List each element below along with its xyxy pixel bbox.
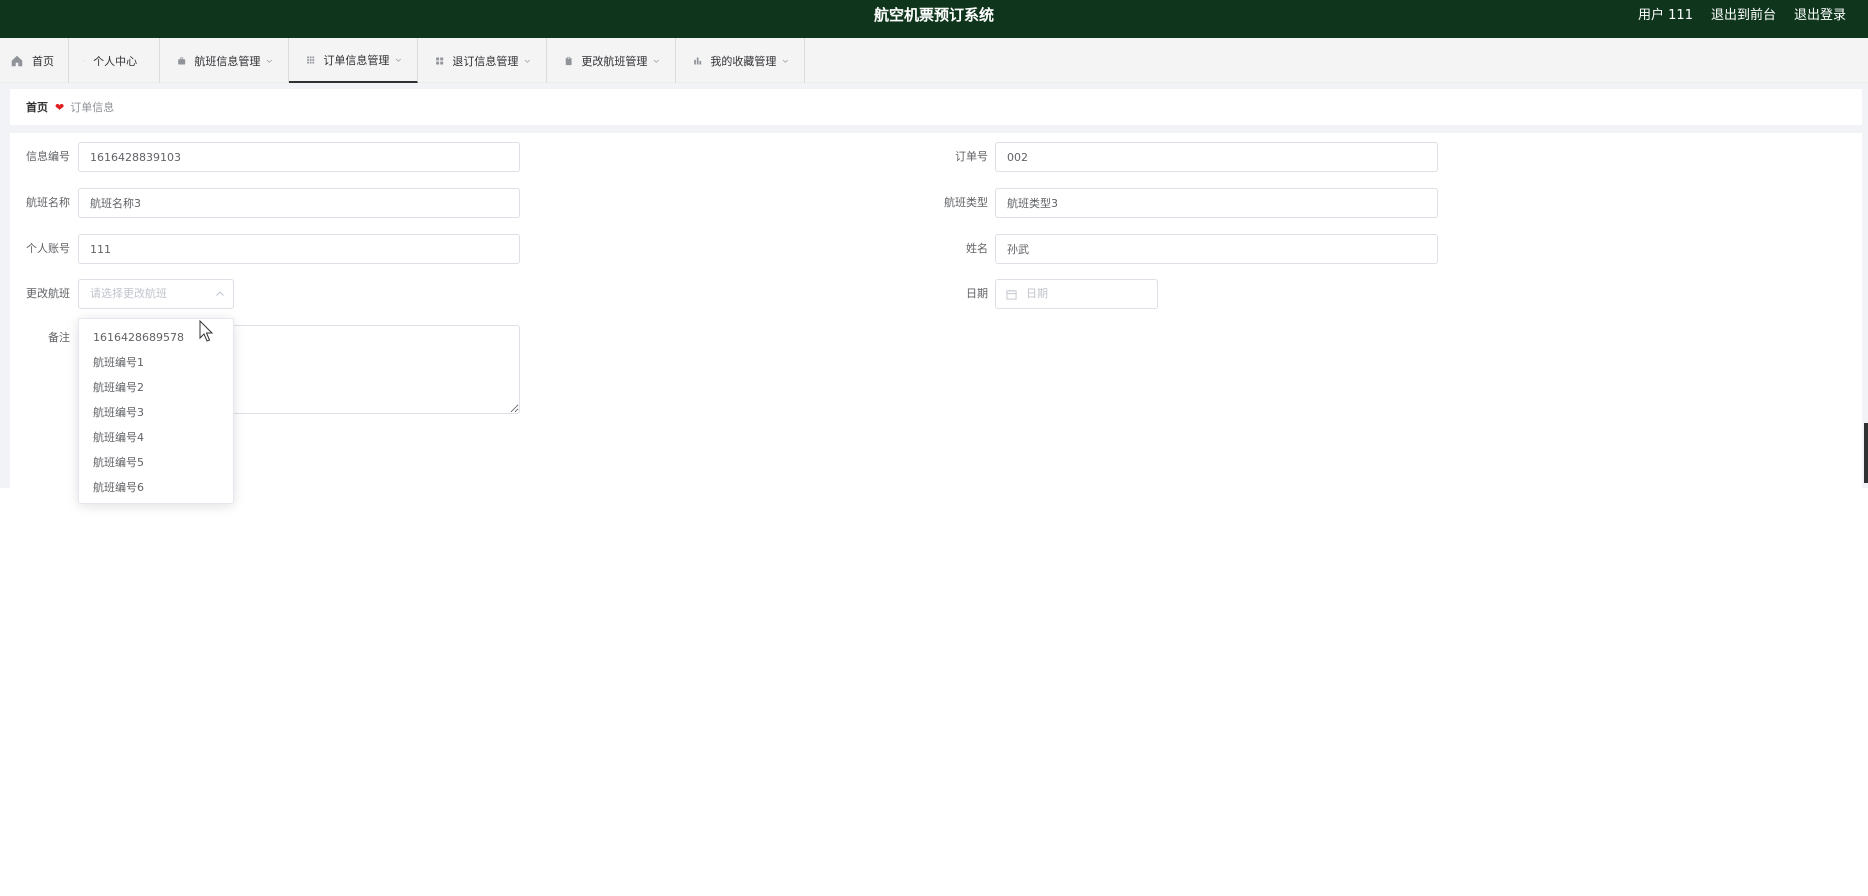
calendar-icon — [1006, 289, 1017, 300]
chevron-down-icon — [525, 59, 531, 63]
remark-label: 备注 — [48, 331, 70, 344]
chevron-down-icon — [396, 58, 402, 62]
dropdown-option[interactable]: 航班编号1 — [79, 350, 233, 375]
dropdown-option[interactable]: 航班编号2 — [79, 375, 233, 400]
info-no-input[interactable] — [78, 142, 520, 172]
change-flight-select[interactable]: 请选择更改航班 — [78, 279, 234, 309]
dropdown-option[interactable]: 航班编号5 — [79, 450, 233, 475]
flight-type-input[interactable] — [995, 188, 1438, 218]
breadcrumb-current: 订单信息 — [70, 101, 115, 114]
chart-icon — [694, 57, 702, 64]
nav-item-refund-info[interactable]: 退订信息管理 — [418, 38, 547, 83]
nav-item-label: 更改航班管理 — [581, 54, 648, 68]
nav-item-label: 退订信息管理 — [452, 54, 519, 68]
nav-item-label: 首页 — [32, 54, 54, 68]
nav-item-change-flight[interactable]: 更改航班管理 — [547, 38, 676, 83]
dropdown-option[interactable]: 航班编号4 — [79, 425, 233, 450]
heart-icon: ❤ — [55, 100, 65, 114]
nav-item-order-info[interactable]: 订单信息管理 — [289, 38, 418, 83]
scrollbar-thumb[interactable] — [1864, 423, 1868, 483]
flight-name-label: 航班名称 — [26, 196, 70, 209]
order-no-label: 订单号 — [955, 150, 988, 163]
clipboard-icon — [565, 56, 572, 65]
change-flight-dropdown: 1616428689578 航班编号1 航班编号2 航班编号3 航班编号4 航班… — [78, 318, 234, 504]
order-form — [10, 133, 1862, 488]
change-flight-label: 更改航班 — [26, 287, 70, 300]
nav-item-label: 订单信息管理 — [323, 53, 390, 67]
date-label: 日期 — [966, 287, 988, 300]
chevron-down-icon — [267, 59, 273, 63]
flight-name-input[interactable] — [78, 188, 520, 218]
main-nav: 首页 个人中心 航班信息管理 订单信息管理 退订信息管理 更改航班管理 我的收藏… — [0, 38, 1868, 83]
order-no-input[interactable] — [995, 142, 1438, 172]
change-flight-placeholder: 请选择更改航班 — [90, 287, 167, 300]
flight-type-label: 航班类型 — [944, 196, 988, 209]
dropdown-option[interactable]: 航班编号3 — [79, 400, 233, 425]
chevron-up-icon — [216, 291, 224, 296]
apps-icon — [436, 57, 444, 64]
breadcrumb-home[interactable]: 首页 — [26, 99, 48, 115]
app-title: 航空机票预订系统 — [873, 6, 994, 24]
name-input[interactable] — [995, 234, 1438, 264]
nav-item-favorites[interactable]: 我的收藏管理 — [676, 38, 805, 83]
logout-link[interactable]: 退出登录 — [1794, 0, 1846, 31]
header-actions: 用户 111 退出到前台 退出登录 — [1638, 0, 1846, 31]
account-label: 个人账号 — [26, 242, 70, 255]
date-picker[interactable]: 日期 — [995, 279, 1158, 309]
mouse-cursor-icon — [199, 320, 214, 342]
nav-item-label: 航班信息管理 — [194, 54, 261, 68]
nav-item-personal-center[interactable]: 个人中心 — [69, 38, 160, 83]
briefcase-icon — [178, 56, 186, 64]
nav-item-home[interactable]: 首页 — [0, 38, 69, 83]
account-input[interactable] — [78, 234, 520, 264]
current-user: 用户 111 — [1638, 8, 1693, 23]
nav-item-label: 我的收藏管理 — [710, 54, 777, 68]
breadcrumb: 首页 ❤ 订单信息 — [10, 89, 1862, 125]
chevron-down-icon — [783, 59, 789, 63]
date-placeholder: 日期 — [1026, 287, 1048, 300]
user-icon — [84, 60, 86, 62]
top-header: 航空机票预订系统 用户 111 退出到前台 退出登录 — [0, 0, 1868, 38]
grid-icon — [307, 56, 315, 63]
home-icon — [11, 55, 23, 66]
info-no-label: 信息编号 — [26, 150, 70, 163]
dropdown-option[interactable]: 航班编号6 — [79, 475, 233, 500]
chevron-down-icon — [654, 59, 660, 63]
to-front-link[interactable]: 退出到前台 — [1711, 0, 1776, 31]
nav-item-flight-info[interactable]: 航班信息管理 — [160, 38, 289, 83]
chevron-down-icon — [143, 60, 144, 61]
nav-item-label: 个人中心 — [93, 54, 138, 68]
name-label: 姓名 — [966, 242, 988, 255]
